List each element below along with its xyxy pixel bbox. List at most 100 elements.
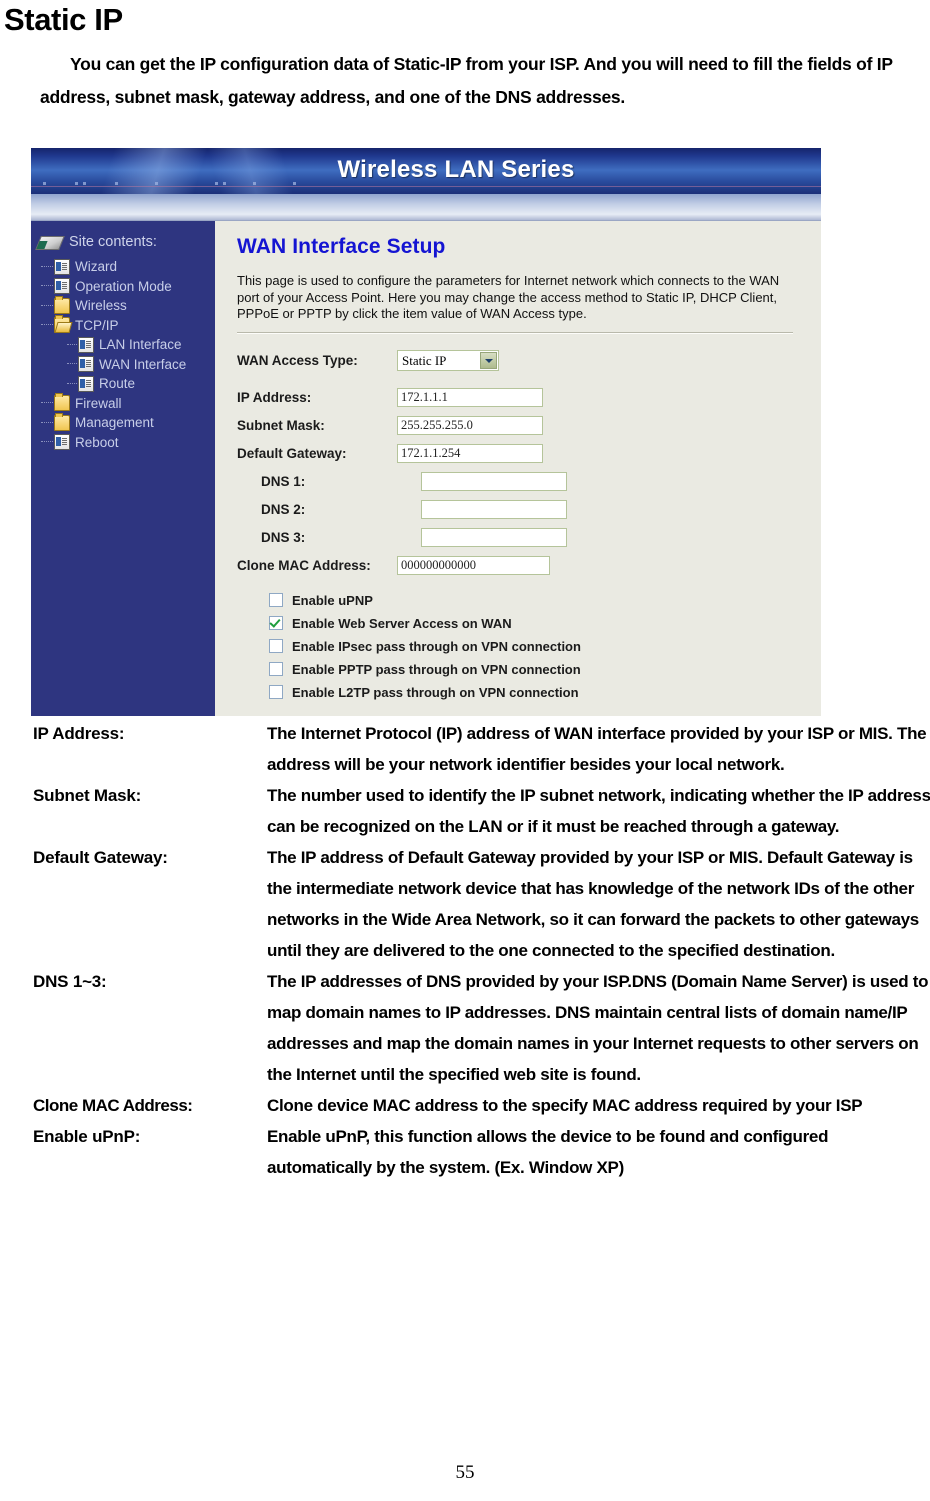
definition-clone-mac-address: Clone MAC Address: Clone device MAC addr… (33, 1090, 930, 1121)
definition-term: Clone MAC Address: (33, 1096, 193, 1115)
sidebar-item-management[interactable]: Management (41, 412, 215, 433)
sidebar-heading: Site contents: (31, 233, 215, 250)
sidebar-tree: Wizard Operation Mode Wireless TCP/IP LA… (31, 257, 215, 452)
subnet-mask-label: Subnet Mask: (237, 418, 325, 433)
sidebar-item-operation-mode[interactable]: Operation Mode (41, 277, 215, 297)
sidebar: Site contents: Wizard Operation Mode Wir… (31, 221, 215, 716)
definition-term: Enable uPnP: (33, 1127, 141, 1146)
ip-address-input[interactable]: 172.1.1.1 (397, 388, 543, 407)
enable-web-server-row[interactable]: Enable Web Server Access on WAN (237, 612, 821, 635)
definition-description: The IP addresses of DNS provided by your… (267, 972, 929, 1084)
definition-list: IP Address: The Internet Protocol (IP) a… (33, 718, 930, 1183)
enable-l2tp-row[interactable]: Enable L2TP pass through on VPN connecti… (237, 681, 821, 704)
ip-address-label: IP Address: (237, 390, 312, 405)
clone-mac-label: Clone MAC Address: (237, 558, 371, 573)
definition-description: Clone device MAC address to the specify … (267, 1096, 863, 1115)
definition-default-gateway: Default Gateway: The IP address of Defau… (33, 842, 930, 966)
banner-subbar (31, 194, 821, 221)
definition-description: Enable uPnP, this function allows the de… (267, 1127, 829, 1177)
definition-subnet-mask: Subnet Mask: The number used to identify… (33, 780, 930, 842)
wan-access-type-select[interactable]: Static IP (397, 350, 499, 371)
sidebar-item-wizard[interactable]: Wizard (41, 257, 215, 277)
enable-ipsec-label: Enable IPsec pass through on VPN connect… (292, 638, 581, 654)
dns3-input[interactable] (421, 528, 567, 547)
tree-connector (41, 402, 53, 404)
definition-term: Subnet Mask: (33, 786, 142, 805)
page-icon (78, 375, 94, 392)
subnet-mask-row: Subnet Mask: 255.255.255.0 (237, 412, 821, 440)
definition-description: The IP address of Default Gateway provid… (267, 848, 919, 960)
folder-open-icon (54, 315, 70, 334)
enable-web-server-checkbox[interactable] (269, 616, 283, 630)
sidebar-item-reboot[interactable]: Reboot (41, 433, 215, 453)
folder-icon (54, 393, 70, 412)
sidebar-item-firewall[interactable]: Firewall (41, 393, 215, 414)
tree-connector (67, 363, 77, 365)
sidebar-item-label: Management (75, 415, 154, 431)
enable-ipsec-row[interactable]: Enable IPsec pass through on VPN connect… (237, 635, 821, 658)
dns2-input[interactable] (421, 500, 567, 519)
tree-connector (41, 285, 53, 287)
enable-ipsec-checkbox[interactable] (269, 639, 283, 653)
ip-address-row: IP Address: 172.1.1.1 (237, 384, 821, 412)
sidebar-item-label: TCP/IP (75, 317, 119, 333)
sidebar-item-label: Operation Mode (75, 278, 172, 294)
enable-l2tp-label: Enable L2TP pass through on VPN connecti… (292, 684, 579, 700)
subnet-mask-input[interactable]: 255.255.255.0 (397, 416, 543, 435)
enable-upnp-checkbox[interactable] (269, 593, 283, 607)
folder-icon (54, 295, 70, 314)
dns3-row: DNS 3: (237, 524, 821, 552)
dns1-input[interactable] (421, 472, 567, 491)
router-ui-screenshot: Wireless LAN Series Site contents: Wizar… (31, 148, 821, 716)
definition-enable-upnp: Enable uPnP: Enable uPnP, this function … (33, 1121, 930, 1183)
wan-setup-description: This page is used to configure the param… (237, 273, 780, 321)
dns3-label: DNS 3: (261, 530, 306, 545)
page-title: Static IP (4, 2, 123, 37)
dns1-row: DNS 1: (237, 468, 821, 496)
definition-ip-address: IP Address: The Internet Protocol (IP) a… (33, 718, 930, 780)
default-gateway-input[interactable]: 172.1.1.254 (397, 444, 543, 463)
book-icon (35, 233, 65, 250)
banner-title: Wireless LAN Series (337, 156, 575, 183)
page-icon (78, 356, 94, 373)
wan-access-type-row: WAN Access Type: Static IP (237, 347, 821, 375)
sidebar-heading-label: Site contents: (69, 233, 157, 250)
tree-connector (41, 441, 53, 443)
enable-pptp-row[interactable]: Enable PPTP pass through on VPN connecti… (237, 658, 821, 681)
definition-dns: DNS 1~3: The IP addresses of DNS provide… (33, 966, 930, 1090)
wan-access-type-value: Static IP (402, 352, 447, 368)
enable-pptp-checkbox[interactable] (269, 662, 283, 676)
definition-description: The number used to identify the IP subne… (267, 786, 930, 836)
enable-l2tp-checkbox[interactable] (269, 685, 283, 699)
sidebar-item-lan-interface[interactable]: LAN Interface (41, 335, 215, 355)
definition-term: Default Gateway: (33, 848, 168, 867)
dns1-label: DNS 1: (261, 474, 306, 489)
definition-term: DNS 1~3: (33, 972, 107, 991)
tree-connector (67, 343, 77, 346)
sidebar-item-label: Wizard (75, 259, 118, 275)
chevron-down-icon[interactable] (480, 352, 497, 369)
wan-setup-heading: WAN Interface Setup (237, 235, 446, 258)
clone-mac-row: Clone MAC Address: 000000000000 (237, 552, 821, 580)
page-number: 55 (455, 1462, 475, 1483)
banner-divider-line (31, 186, 821, 187)
clone-mac-input[interactable]: 000000000000 (397, 556, 550, 575)
sidebar-item-wan-interface[interactable]: WAN Interface (41, 355, 215, 375)
enable-upnp-row[interactable]: Enable uPNP (237, 589, 821, 612)
definition-term: IP Address: (33, 724, 125, 743)
page-icon (54, 434, 70, 451)
sidebar-item-tcp-ip[interactable]: TCP/IP (41, 315, 215, 336)
page-icon (78, 336, 94, 353)
definition-description: The Internet Protocol (IP) address of WA… (267, 724, 927, 774)
sidebar-item-route[interactable]: Route (41, 374, 215, 394)
sidebar-item-label: Firewall (75, 395, 122, 411)
sidebar-item-wireless[interactable]: Wireless (41, 295, 215, 316)
sidebar-item-label: Reboot (75, 434, 119, 450)
folder-icon (54, 412, 70, 431)
app-banner: Wireless LAN Series (31, 148, 821, 194)
default-gateway-label: Default Gateway: (237, 446, 347, 461)
wan-access-type-label: WAN Access Type: (237, 353, 358, 368)
tree-connector (67, 382, 77, 385)
enable-web-server-label: Enable Web Server Access on WAN (292, 615, 512, 631)
page-icon (54, 258, 70, 275)
